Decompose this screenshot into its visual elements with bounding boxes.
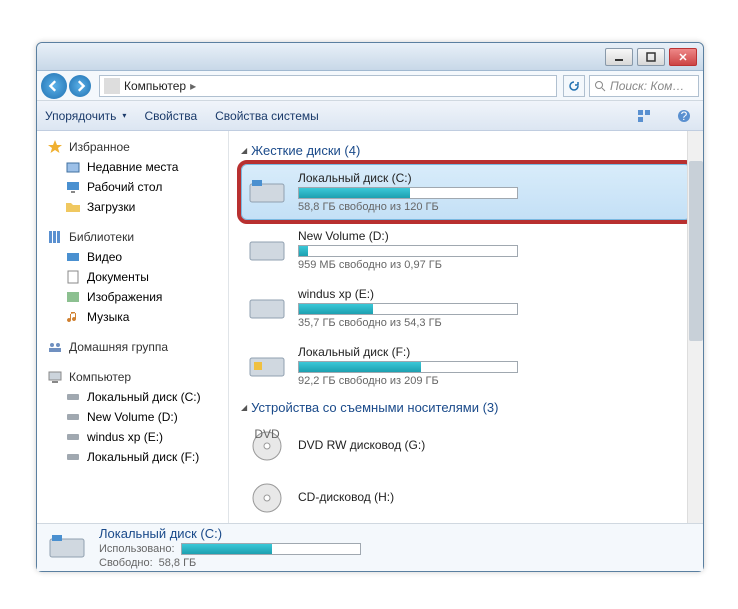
- organize-button[interactable]: Упорядочить: [45, 109, 126, 123]
- sidebar-drive-e[interactable]: windus xp (E:): [37, 427, 228, 447]
- drive-name: DVD RW дисковод (G:): [298, 438, 686, 452]
- hdd-icon: [246, 232, 288, 268]
- capacity-bar: [298, 361, 518, 373]
- sidebar-drive-c[interactable]: Локальный диск (C:): [37, 387, 228, 407]
- hdd-icon: [65, 449, 81, 465]
- drive-info: 92,2 ГБ свободно из 209 ГБ: [298, 375, 686, 387]
- navbar: Компьютер ▸ Поиск: Ком…: [37, 71, 703, 101]
- system-properties-button[interactable]: Свойства системы: [215, 109, 319, 123]
- drive-name: Локальный диск (F:): [298, 345, 686, 359]
- free-label: Свободно:: [99, 557, 153, 569]
- status-capacity-bar: [181, 543, 361, 555]
- dvd-icon: DVD: [246, 428, 288, 464]
- hdd-icon: [65, 389, 81, 405]
- homegroup-icon: [47, 339, 63, 355]
- sidebar-drive-d[interactable]: New Volume (D:): [37, 407, 228, 427]
- sidebar-pictures[interactable]: Изображения: [37, 287, 228, 307]
- pictures-icon: [65, 289, 81, 305]
- drive-f[interactable]: Локальный диск (F:) 92,2 ГБ свободно из …: [241, 338, 691, 394]
- drive-d[interactable]: New Volume (D:) 959 МБ свободно из 0,97 …: [241, 222, 691, 278]
- refresh-button[interactable]: [563, 75, 585, 97]
- forward-button[interactable]: [69, 75, 91, 97]
- content-pane[interactable]: Жесткие диски (4) Локальный диск (C:) 58…: [229, 131, 703, 523]
- sidebar-libraries-header[interactable]: Библиотеки: [37, 227, 228, 247]
- hdd-icon: [47, 530, 87, 566]
- hdd-icon: [65, 409, 81, 425]
- sidebar-recent-places[interactable]: Недавние места: [37, 157, 228, 177]
- removable-group-header[interactable]: Устройства со съемными носителями (3): [241, 396, 691, 419]
- capacity-bar: [298, 187, 518, 199]
- drive-info: 58,8 ГБ свободно из 120 ГБ: [298, 201, 686, 213]
- sidebar-documents[interactable]: Документы: [37, 267, 228, 287]
- help-button[interactable]: ?: [673, 105, 695, 127]
- scrollbar-thumb[interactable]: [689, 161, 703, 341]
- desktop-icon: [65, 179, 81, 195]
- drive-name: CD-дисковод (H:): [298, 490, 686, 504]
- sidebar-drive-f[interactable]: Локальный диск (F:): [37, 447, 228, 467]
- view-options-button[interactable]: [633, 105, 655, 127]
- sidebar-downloads[interactable]: Загрузки: [37, 197, 228, 217]
- toolbar: Упорядочить Свойства Свойства системы ?: [37, 101, 703, 131]
- hdd-group-header[interactable]: Жесткие диски (4): [241, 139, 691, 162]
- computer-icon: [104, 78, 120, 94]
- explorer-window: Компьютер ▸ Поиск: Ком… Упорядочить Свой…: [36, 42, 704, 572]
- cd-icon: [246, 480, 288, 516]
- search-icon: [594, 80, 606, 92]
- hdd-icon: [65, 429, 81, 445]
- folder-icon: [65, 199, 81, 215]
- music-icon: [65, 309, 81, 325]
- drive-e[interactable]: windus xp (E:) 35,7 ГБ свободно из 54,3 …: [241, 280, 691, 336]
- recent-icon: [65, 159, 81, 175]
- drive-info: 35,7 ГБ свободно из 54,3 ГБ: [298, 317, 686, 329]
- titlebar: [37, 43, 703, 71]
- maximize-button[interactable]: [637, 48, 665, 66]
- sidebar-desktop[interactable]: Рабочий стол: [37, 177, 228, 197]
- close-button[interactable]: [669, 48, 697, 66]
- computer-icon: [47, 369, 63, 385]
- star-icon: [47, 139, 63, 155]
- video-icon: [65, 249, 81, 265]
- address-bar[interactable]: Компьютер ▸: [99, 75, 557, 97]
- capacity-bar: [298, 245, 518, 257]
- search-box[interactable]: Поиск: Ком…: [589, 75, 699, 97]
- drive-h[interactable]: CD-дисковод (H:): [241, 473, 691, 523]
- svg-text:DVD: DVD: [254, 428, 280, 441]
- drive-c[interactable]: Локальный диск (C:) 58,8 ГБ свободно из …: [241, 164, 691, 220]
- used-label: Использовано:: [99, 543, 175, 555]
- navigation-pane[interactable]: Избранное Недавние места Рабочий стол За…: [37, 131, 229, 523]
- sidebar-music[interactable]: Музыка: [37, 307, 228, 327]
- sidebar-favorites-header[interactable]: Избранное: [37, 137, 228, 157]
- drive-info: 959 МБ свободно из 0,97 ГБ: [298, 259, 686, 271]
- libraries-icon: [47, 229, 63, 245]
- free-value: 58,8 ГБ: [159, 557, 197, 569]
- drive-name: New Volume (D:): [298, 229, 686, 243]
- hdd-icon: [246, 174, 288, 210]
- back-button[interactable]: [41, 73, 67, 99]
- sidebar-computer-header[interactable]: Компьютер: [37, 367, 228, 387]
- hdd-icon: [246, 348, 288, 384]
- scrollbar[interactable]: [687, 131, 703, 523]
- documents-icon: [65, 269, 81, 285]
- capacity-fill: [299, 188, 410, 198]
- minimize-button[interactable]: [605, 48, 633, 66]
- hdd-icon: [246, 290, 288, 326]
- body-area: Избранное Недавние места Рабочий стол За…: [37, 131, 703, 523]
- sidebar-video[interactable]: Видео: [37, 247, 228, 267]
- breadcrumb-arrow-icon[interactable]: ▸: [190, 79, 196, 93]
- status-title: Локальный диск (C:): [99, 526, 361, 541]
- address-text: Компьютер: [124, 79, 186, 93]
- properties-button[interactable]: Свойства: [144, 109, 197, 123]
- capacity-bar: [298, 303, 518, 315]
- details-pane: Локальный диск (C:) Использовано: Свобод…: [37, 523, 703, 571]
- search-placeholder: Поиск: Ком…: [610, 79, 684, 93]
- drive-name: Локальный диск (C:): [298, 171, 686, 185]
- drive-g[interactable]: DVD DVD RW дисковод (G:): [241, 421, 691, 471]
- sidebar-homegroup-header[interactable]: Домашняя группа: [37, 337, 228, 357]
- drive-name: windus xp (E:): [298, 287, 686, 301]
- svg-text:?: ?: [681, 109, 688, 123]
